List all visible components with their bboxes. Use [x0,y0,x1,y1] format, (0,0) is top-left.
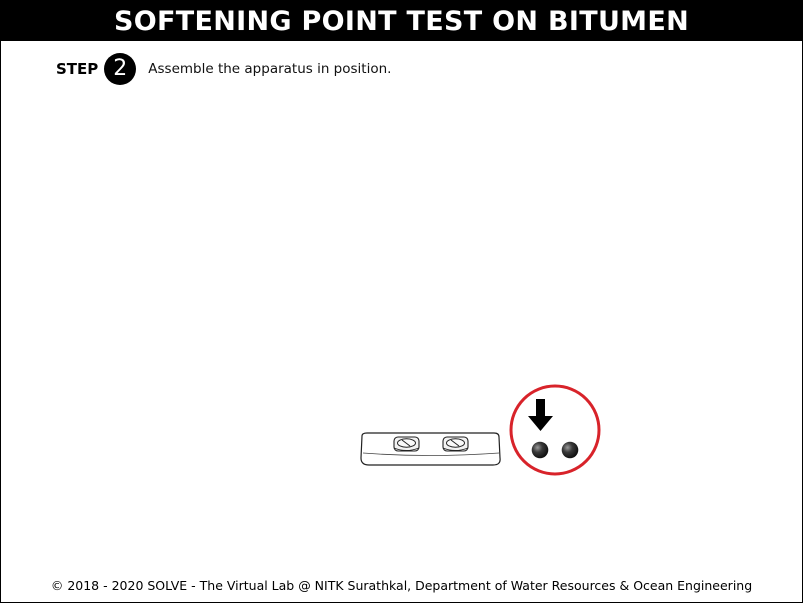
step-indicator: STEP 2 Assemble the apparatus in positio… [56,53,391,85]
ring-right [442,436,469,452]
ring-holder-plate[interactable] [359,432,502,468]
step-instruction: Assemble the apparatus in position. [148,61,392,77]
steel-balls-highlight[interactable] [508,382,602,478]
step-number-badge: 2 [104,53,137,85]
down-arrow-icon [528,399,553,431]
footer-credit: © 2018 - 2020 SOLVE - The Virtual Lab @ … [50,578,753,593]
ring-left [393,436,420,452]
step-label: STEP [56,60,99,78]
steel-ball-left[interactable] [531,441,549,459]
page-title: SOFTENING POINT TEST ON BITUMEN [1,1,802,41]
steel-ball-right[interactable] [561,441,579,459]
highlight-circle [509,384,601,476]
lab-frame: SOFTENING POINT TEST ON BITUMEN STEP 2 A… [0,0,803,603]
